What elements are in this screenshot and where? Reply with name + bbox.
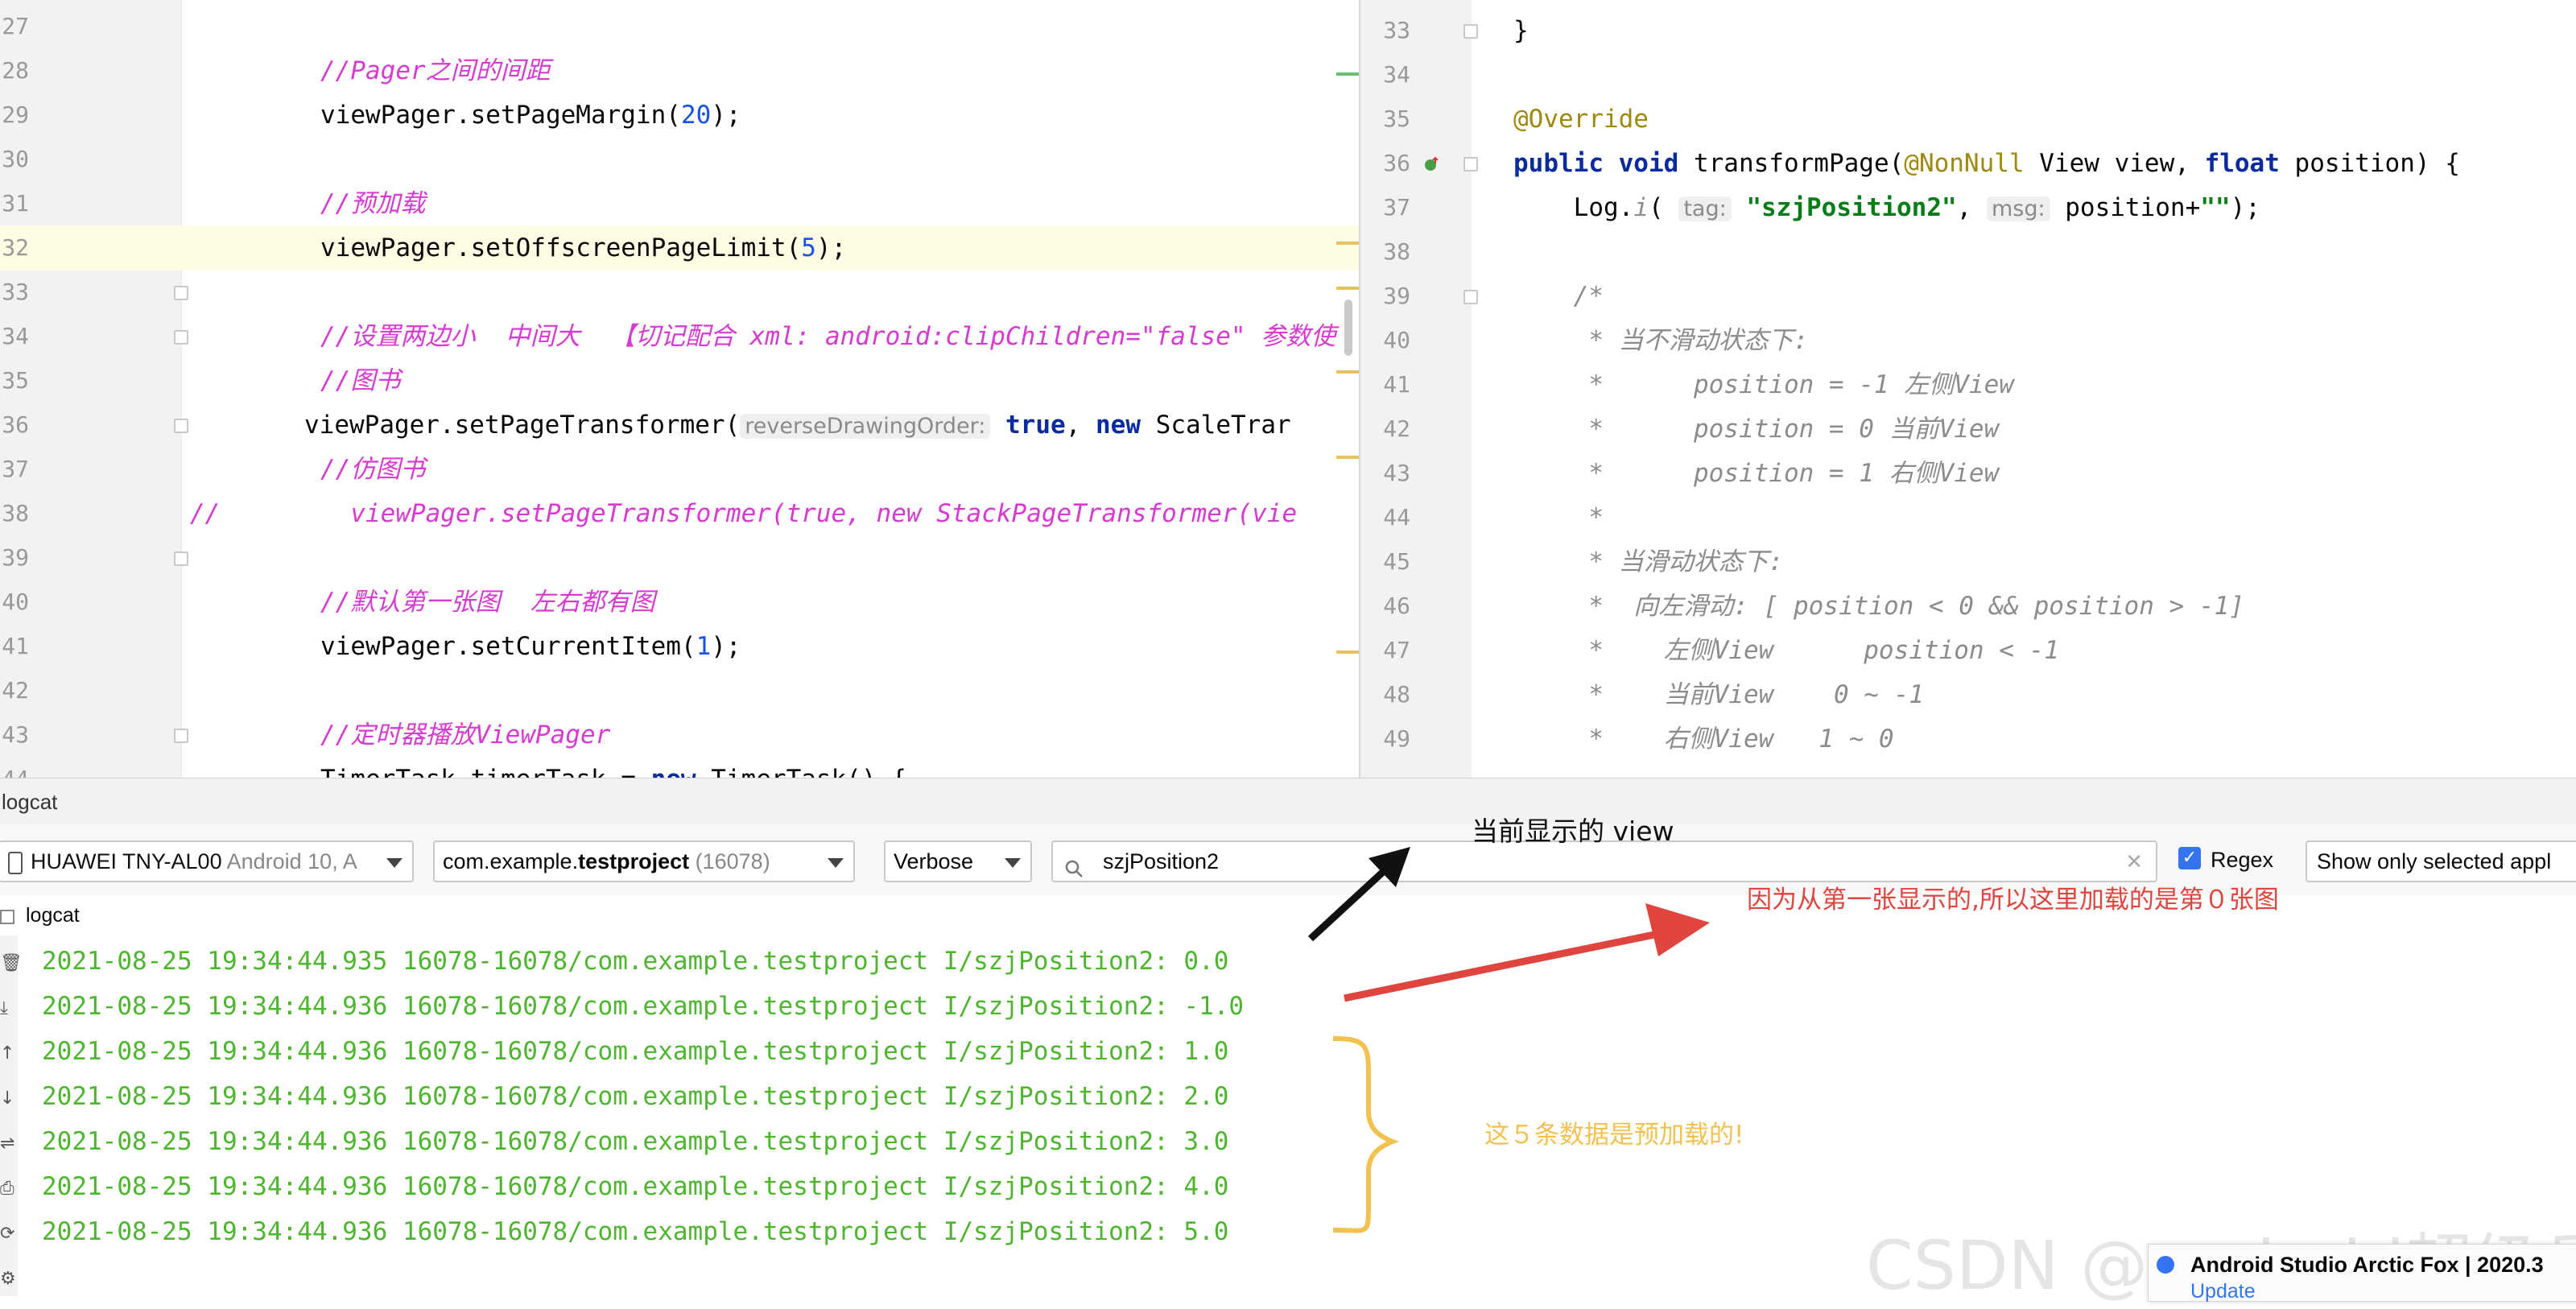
yellow-brace (1332, 1036, 1400, 1233)
info-icon (2157, 1256, 2174, 1274)
update-link[interactable]: Update (2190, 1280, 2256, 1303)
red-arrowhead (1645, 903, 1710, 956)
black-arrow (1307, 860, 1396, 942)
notification-title: Android Studio Arctic Fox | 2020.3 (2190, 1253, 2544, 1277)
annotation-overlay (1307, 847, 1710, 1233)
update-notification[interactable]: Android Studio Arctic Fox | 2020.3 Updat… (2148, 1244, 2576, 1303)
annotation-first-loaded: 因为从第一张显示的,所以这里加载的是第０张图 (1747, 886, 2279, 915)
annotation-current-view: 当前显示的 view (1472, 816, 1674, 847)
red-arrow (1344, 930, 1659, 1002)
annotation-preloaded: 这５条数据是预加载的! (1484, 1121, 1744, 1150)
